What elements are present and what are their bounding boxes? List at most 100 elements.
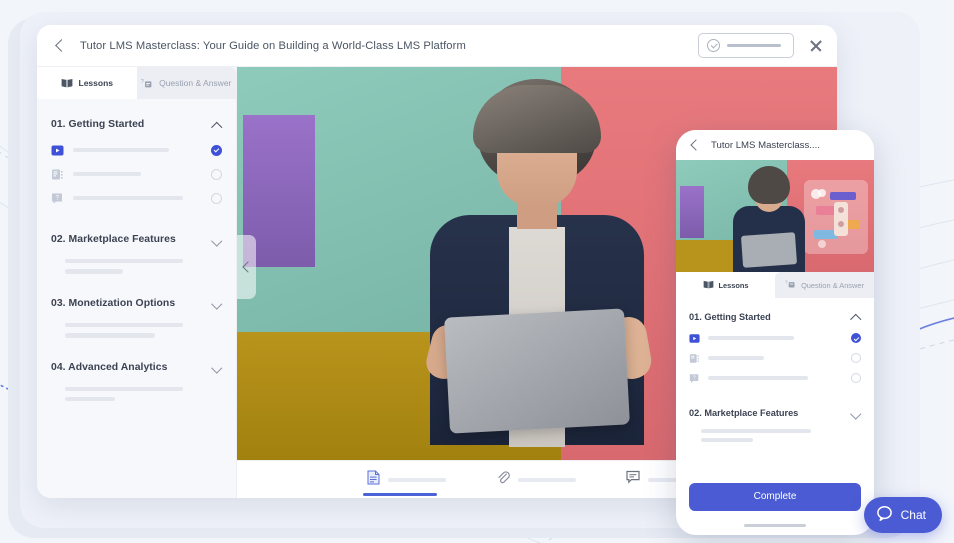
chevron-up-icon[interactable] — [851, 312, 861, 322]
page-title: Tutor LMS Masterclass: Your Guide on Bui… — [80, 39, 466, 52]
hero-purple-block — [680, 186, 704, 238]
section-placeholder-bar — [65, 386, 183, 391]
lesson-status-icon[interactable] — [211, 168, 222, 180]
chat-widget-label: Chat — [900, 508, 926, 522]
person-hair — [748, 166, 791, 204]
video-icon — [689, 333, 700, 344]
mobile-lesson-preview[interactable] — [676, 160, 874, 272]
tab-question-answer[interactable]: ? Question & Answer — [136, 67, 236, 99]
tablet-device — [741, 232, 798, 268]
document-icon — [367, 470, 380, 490]
chevron-down-icon[interactable] — [212, 298, 222, 308]
section-placeholder-bar — [65, 269, 123, 274]
lesson-status-icon[interactable] — [851, 333, 861, 343]
mobile-page-title: Tutor LMS Masterclass.... — [711, 139, 820, 151]
mobile-header: Tutor LMS Masterclass.... — [676, 130, 874, 160]
lesson-status-icon[interactable] — [211, 192, 222, 204]
document-icon — [689, 353, 700, 364]
svg-text:?: ? — [693, 375, 696, 381]
lessons-list[interactable]: 01. Getting Started ? 02. Marketplace Fe… — [37, 99, 236, 498]
section-marketplace-features: 02. Marketplace Features — [37, 228, 236, 274]
lesson-title-placeholder — [708, 376, 808, 380]
instructor-photo — [727, 160, 811, 272]
bottom-tab-placeholder-bar — [518, 477, 576, 482]
lesson-title-placeholder — [708, 356, 764, 360]
book-icon — [61, 78, 73, 88]
tab-question-answer-label: Question & Answer — [801, 280, 864, 290]
chat-bubble-icon — [876, 505, 893, 525]
lesson-title-placeholder — [708, 336, 794, 340]
tab-lessons-label: Lessons — [718, 280, 749, 290]
lesson-status-icon[interactable] — [851, 373, 861, 383]
attachment-icon — [496, 470, 510, 490]
mark-complete-button[interactable] — [698, 33, 794, 58]
tab-question-answer-label: Question & Answer — [159, 78, 232, 88]
section-header[interactable]: 01. Getting Started — [51, 113, 222, 138]
lesson-item[interactable]: ? — [689, 368, 861, 388]
lessons-sidebar: Lessons ? Question & Answer 01. Getting … — [37, 67, 237, 498]
instructor-photo — [407, 67, 667, 460]
lesson-title-placeholder — [73, 147, 169, 153]
mobile-lessons-list[interactable]: 01. Getting Started ? 02. Marketplace Fe… — [676, 298, 874, 475]
chevron-down-icon[interactable] — [851, 408, 861, 418]
svg-text:?: ? — [785, 280, 788, 285]
question-icon: ? — [785, 279, 796, 291]
question-icon: ? — [141, 78, 153, 89]
lesson-status-icon[interactable] — [211, 144, 222, 156]
book-icon — [703, 280, 714, 291]
bottom-tab-attachments[interactable] — [496, 461, 576, 499]
section-placeholder-bar — [65, 322, 183, 328]
tablet-device — [444, 308, 630, 434]
section-header[interactable]: 03. Monetization Options — [51, 292, 222, 317]
lesson-item[interactable] — [51, 162, 222, 186]
chat-widget-button[interactable]: Chat — [863, 497, 942, 533]
close-icon[interactable] — [807, 37, 825, 55]
section-title: 02. Marketplace Features — [51, 234, 176, 245]
sidebar-tabs: Lessons ? Question & Answer — [37, 67, 236, 99]
section-header[interactable]: 04. Advanced Analytics — [51, 356, 222, 381]
back-icon[interactable] — [688, 138, 702, 152]
bottom-tab-placeholder-bar — [388, 477, 446, 482]
chevron-down-icon[interactable] — [212, 362, 222, 372]
back-icon[interactable] — [51, 37, 69, 55]
section-placeholder-bar — [65, 396, 115, 402]
tab-lessons[interactable]: Lessons — [676, 272, 775, 298]
chevron-down-icon[interactable] — [212, 235, 222, 245]
section-marketplace-features: 02. Marketplace Features — [689, 404, 861, 442]
lesson-status-icon[interactable] — [851, 353, 861, 363]
lesson-item[interactable] — [689, 348, 861, 368]
section-title: 02. Marketplace Features — [689, 408, 799, 418]
tab-lessons-label: Lessons — [78, 78, 114, 88]
section-title: 01. Getting Started — [51, 119, 145, 130]
previous-slide-button[interactable] — [237, 235, 256, 299]
tab-lessons[interactable]: Lessons — [37, 67, 137, 99]
chevron-up-icon[interactable] — [212, 120, 222, 130]
mobile-tabs: Lessons ? Question & Answer — [676, 272, 874, 298]
quiz-icon: ? — [689, 373, 700, 384]
svg-text:?: ? — [141, 79, 144, 85]
section-getting-started: 01. Getting Started ? — [37, 113, 236, 210]
mobile-preview: Tutor LMS Masterclass.... Lessons ? Ques… — [676, 130, 874, 535]
lesson-item[interactable] — [51, 138, 222, 162]
lesson-title-placeholder — [73, 171, 141, 177]
video-icon — [51, 144, 64, 157]
complete-button[interactable]: Complete — [689, 482, 861, 511]
section-header[interactable]: 02. Marketplace Features — [51, 228, 222, 253]
section-title: 01. Getting Started — [689, 312, 771, 322]
hero-illustration-card — [804, 180, 868, 254]
placeholder-bar — [727, 44, 781, 47]
home-indicator — [744, 523, 806, 527]
section-placeholder-bar — [65, 333, 155, 338]
section-header[interactable]: 01. Getting Started — [689, 308, 861, 328]
lesson-item[interactable] — [689, 328, 861, 348]
section-header[interactable]: 02. Marketplace Features — [689, 404, 861, 424]
check-circle-icon — [707, 39, 720, 52]
section-getting-started: 01. Getting Started ? — [689, 308, 861, 388]
tab-question-answer[interactable]: ? Question & Answer — [775, 272, 874, 298]
lesson-item[interactable]: ? — [51, 186, 222, 210]
comment-icon — [626, 470, 640, 489]
section-placeholder-bar — [701, 429, 811, 433]
section-advanced-analytics: 04. Advanced Analytics — [37, 356, 236, 402]
section-placeholder-bar — [65, 259, 183, 264]
bottom-tab-overview[interactable] — [363, 461, 446, 499]
